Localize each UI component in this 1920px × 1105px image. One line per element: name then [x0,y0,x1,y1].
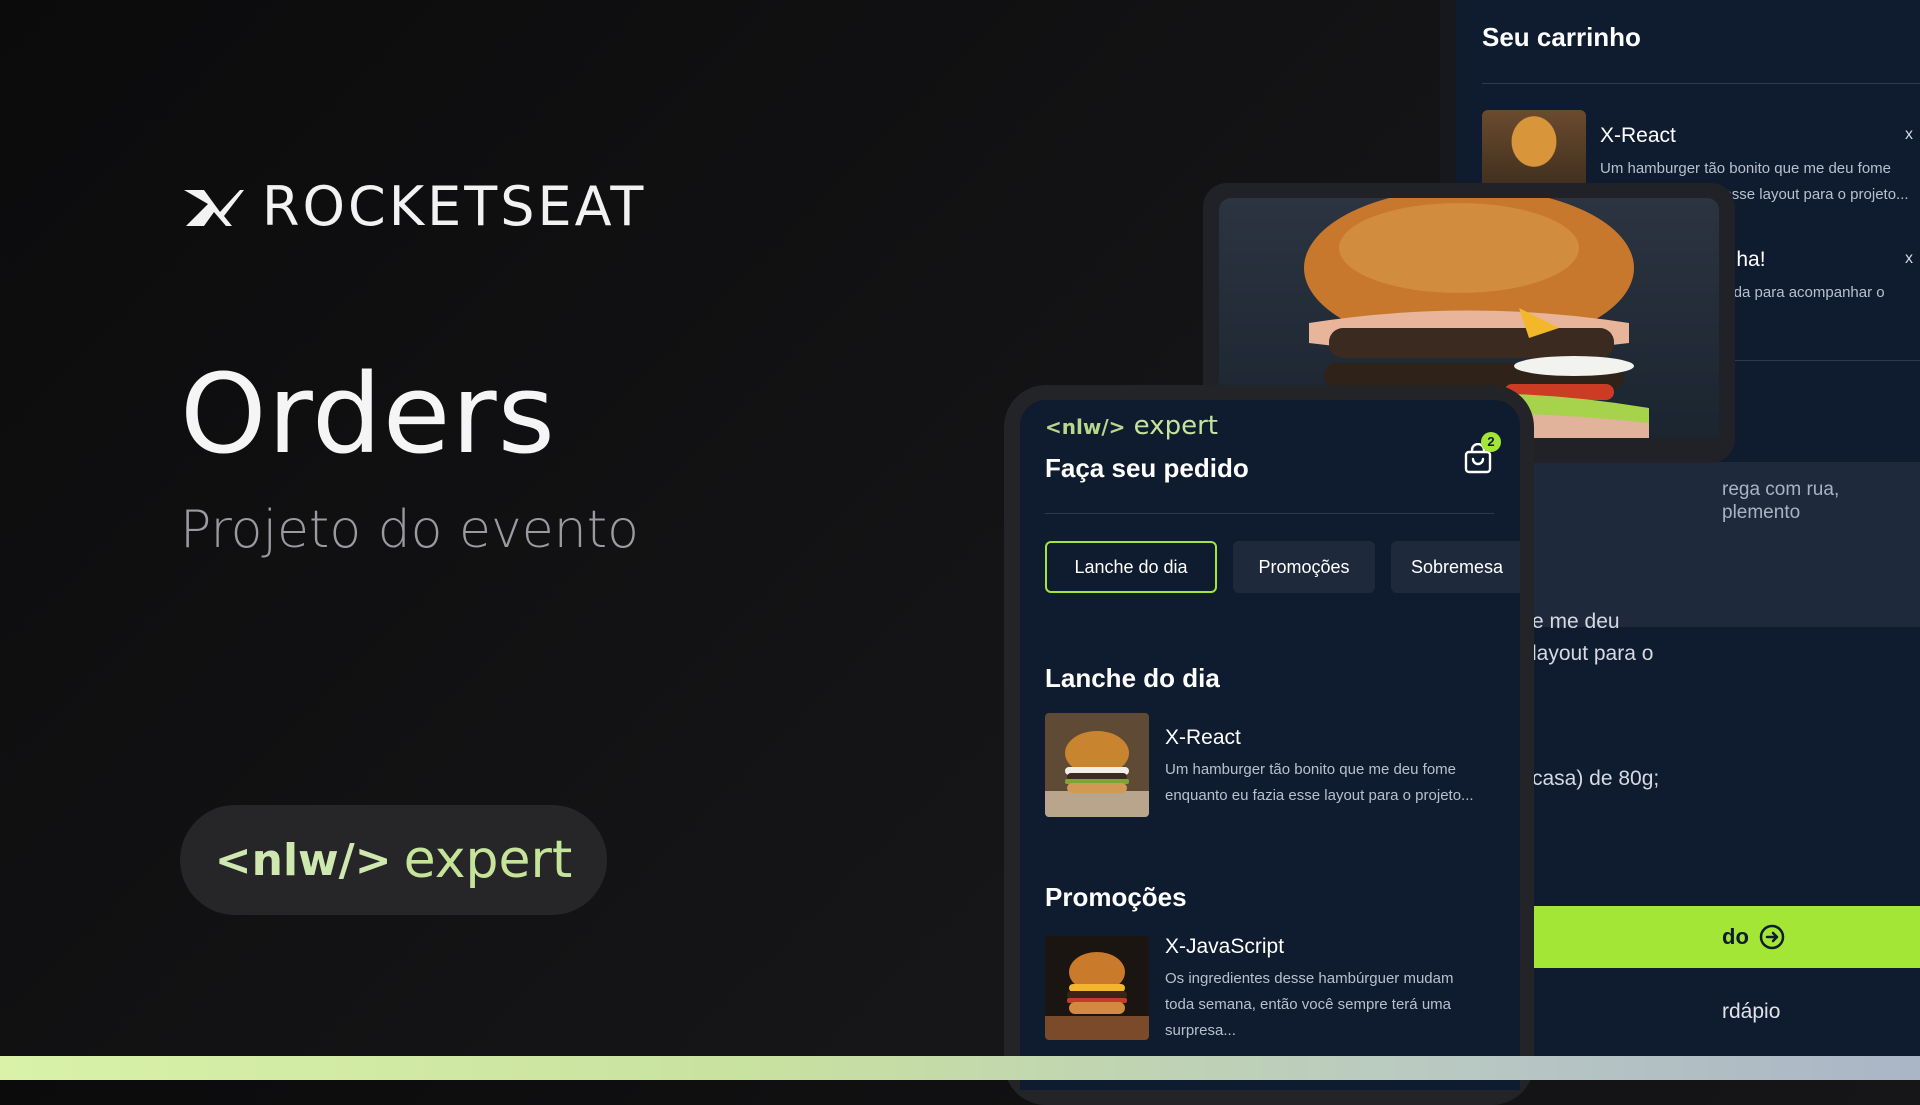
cart-text-fragment-1: e me deu [1532,610,1620,633]
cart-text-fragment-3: casa) de 80g; [1532,767,1660,790]
item-thumbnail [1045,936,1149,1040]
address-placeholder: rega com rua, plemento [1722,479,1840,523]
tab-sobremesa[interactable]: Sobremesa [1391,541,1520,593]
rocketseat-brand: ROCKETSEAT [180,175,646,238]
cart-count-badge: 2 [1481,432,1501,452]
tab-lanche-do-dia[interactable]: Lanche do dia [1045,541,1217,593]
section-heading-promocoes: Promoções [1045,882,1187,912]
item-desc: Os ingredientes desse hambúrguer mudam t… [1165,970,1454,1039]
list-item[interactable] [1045,713,1149,822]
tab-promocoes[interactable]: Promoções [1233,541,1375,593]
cart-item2-desc: lada para acompanhar o [1722,284,1885,301]
address-field[interactable] [1520,462,1920,627]
place-order-label: do [1722,924,1749,949]
cart-text-fragment-2: layout para o [1532,642,1654,665]
badge-nlw-text: <nlw/> [214,834,392,886]
nlw-expert-badge: <nlw/> expert [180,805,607,915]
order-title: Faça seu pedido [1045,453,1249,483]
back-to-menu-link[interactable]: rdápio [1722,1000,1780,1024]
page-subtitle: Projeto do evento [180,500,639,560]
section-heading-lanche: Lanche do dia [1045,663,1220,693]
list-item[interactable] [1045,936,1149,1045]
rocketseat-logo-icon [184,189,244,226]
nlw-expert-logo: <nlw/> expert [1045,411,1218,441]
cart-item-name: X-React [1600,124,1676,147]
badge-expert-text: expert [403,830,573,890]
logo-expert-text: expert [1133,411,1218,441]
cart-title: Seu carrinho [1482,22,1641,52]
cart-divider [1482,83,1920,84]
place-order-button[interactable]: do [1500,906,1920,968]
cart-item-remove-button[interactable]: x [1905,126,1913,144]
item-name: X-JavaScript [1165,935,1285,958]
order-divider [1045,513,1494,514]
item-desc: Um hamburger tão bonito que me deu fome … [1165,761,1474,804]
cart-item2-remove-button[interactable]: x [1905,250,1913,268]
item-thumbnail [1045,713,1149,817]
bottom-gradient-bar [0,1056,1920,1080]
logo-nlw-text: <nlw/> [1045,415,1126,439]
arrow-right-circle-icon [1759,924,1785,950]
item-name: X-React [1165,726,1241,749]
page-title: Orders [180,350,556,478]
brand-name: ROCKETSEAT [262,175,647,238]
